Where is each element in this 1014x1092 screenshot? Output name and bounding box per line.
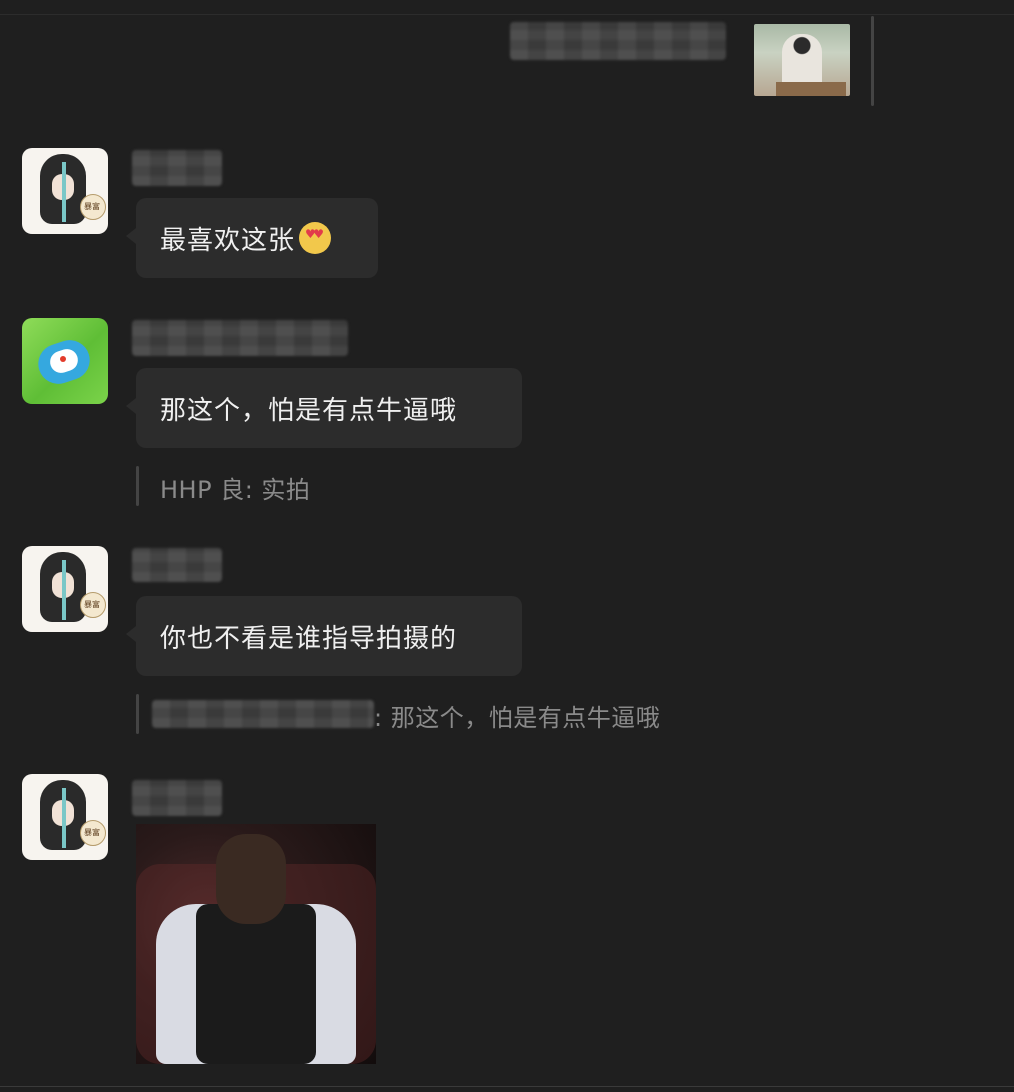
avatar-ribbon (62, 788, 66, 848)
gif-head (216, 834, 286, 924)
blurred-username (132, 320, 348, 356)
message-text-1: 最喜欢这张 (160, 225, 296, 256)
message-text-2: 那这个，怕是有点牛逼哦 (160, 395, 458, 426)
thumbnail-table (776, 82, 846, 96)
avatar-user-girl[interactable]: 暴富 (22, 774, 108, 860)
message-bubble-2[interactable]: 那这个，怕是有点牛逼哦 (126, 368, 522, 448)
blurred-sender-name (510, 22, 726, 60)
blurred-username (132, 780, 222, 816)
heart-eyes-emoji-icon (299, 222, 332, 254)
gif-vest (196, 904, 316, 1064)
reply-quote-text[interactable]: : 那这个，怕是有点牛逼哦 (374, 698, 660, 733)
message-bubble-3[interactable]: 你也不看是谁指导拍摄的 (126, 596, 522, 676)
top-divider (0, 14, 1014, 15)
gif-message[interactable] (136, 824, 376, 1064)
blurred-username (132, 150, 222, 186)
avatar-ribbon (62, 162, 66, 222)
fan-text: 暴富 (84, 202, 100, 211)
quote-bar (871, 16, 874, 106)
fan-text: 暴富 (84, 600, 100, 609)
bottom-divider (0, 1086, 1014, 1087)
blurred-quoted-sender (152, 700, 374, 728)
message-bubble-1[interactable]: 最喜欢这张 (126, 198, 378, 278)
reply-quote-bar (136, 694, 139, 734)
avatar-ribbon (62, 560, 66, 620)
avatar-user-girl[interactable]: 暴富 (22, 148, 108, 234)
quoted-image-thumbnail[interactable] (754, 24, 850, 96)
avatar-user-doraemon[interactable] (22, 318, 108, 404)
reply-quote-bar (136, 466, 139, 506)
avatar-user-girl[interactable]: 暴富 (22, 546, 108, 632)
fan-text: 暴富 (84, 828, 100, 837)
message-text-3: 你也不看是谁指导拍摄的 (160, 623, 458, 654)
blurred-username (132, 548, 222, 582)
doraemon-nose (60, 356, 66, 362)
reply-quote-text[interactable]: HHP 良: 实拍 (160, 470, 310, 505)
